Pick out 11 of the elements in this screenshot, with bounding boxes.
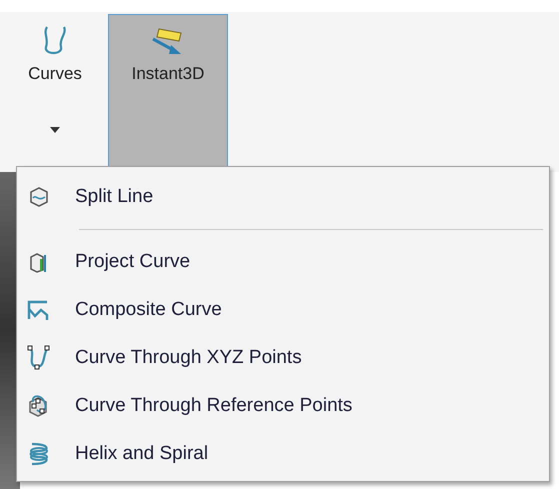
menu-item[interactable]: Curve Through Reference Points (17, 382, 549, 430)
helix-icon (28, 441, 50, 467)
box-wave-icon (28, 186, 50, 208)
menu-item[interactable]: Curve Through XYZ Points (17, 334, 549, 382)
menu-item[interactable]: Project Curve (17, 238, 549, 286)
menu-item[interactable]: Composite Curve (17, 286, 549, 334)
menu-item[interactable]: Helix and Spiral (17, 430, 549, 478)
zigzag-curve-icon (27, 299, 51, 321)
menu-item[interactable]: Split Line (17, 173, 549, 221)
curve-points-icon (27, 345, 51, 371)
ribbon-button[interactable]: Curves (10, 14, 100, 170)
